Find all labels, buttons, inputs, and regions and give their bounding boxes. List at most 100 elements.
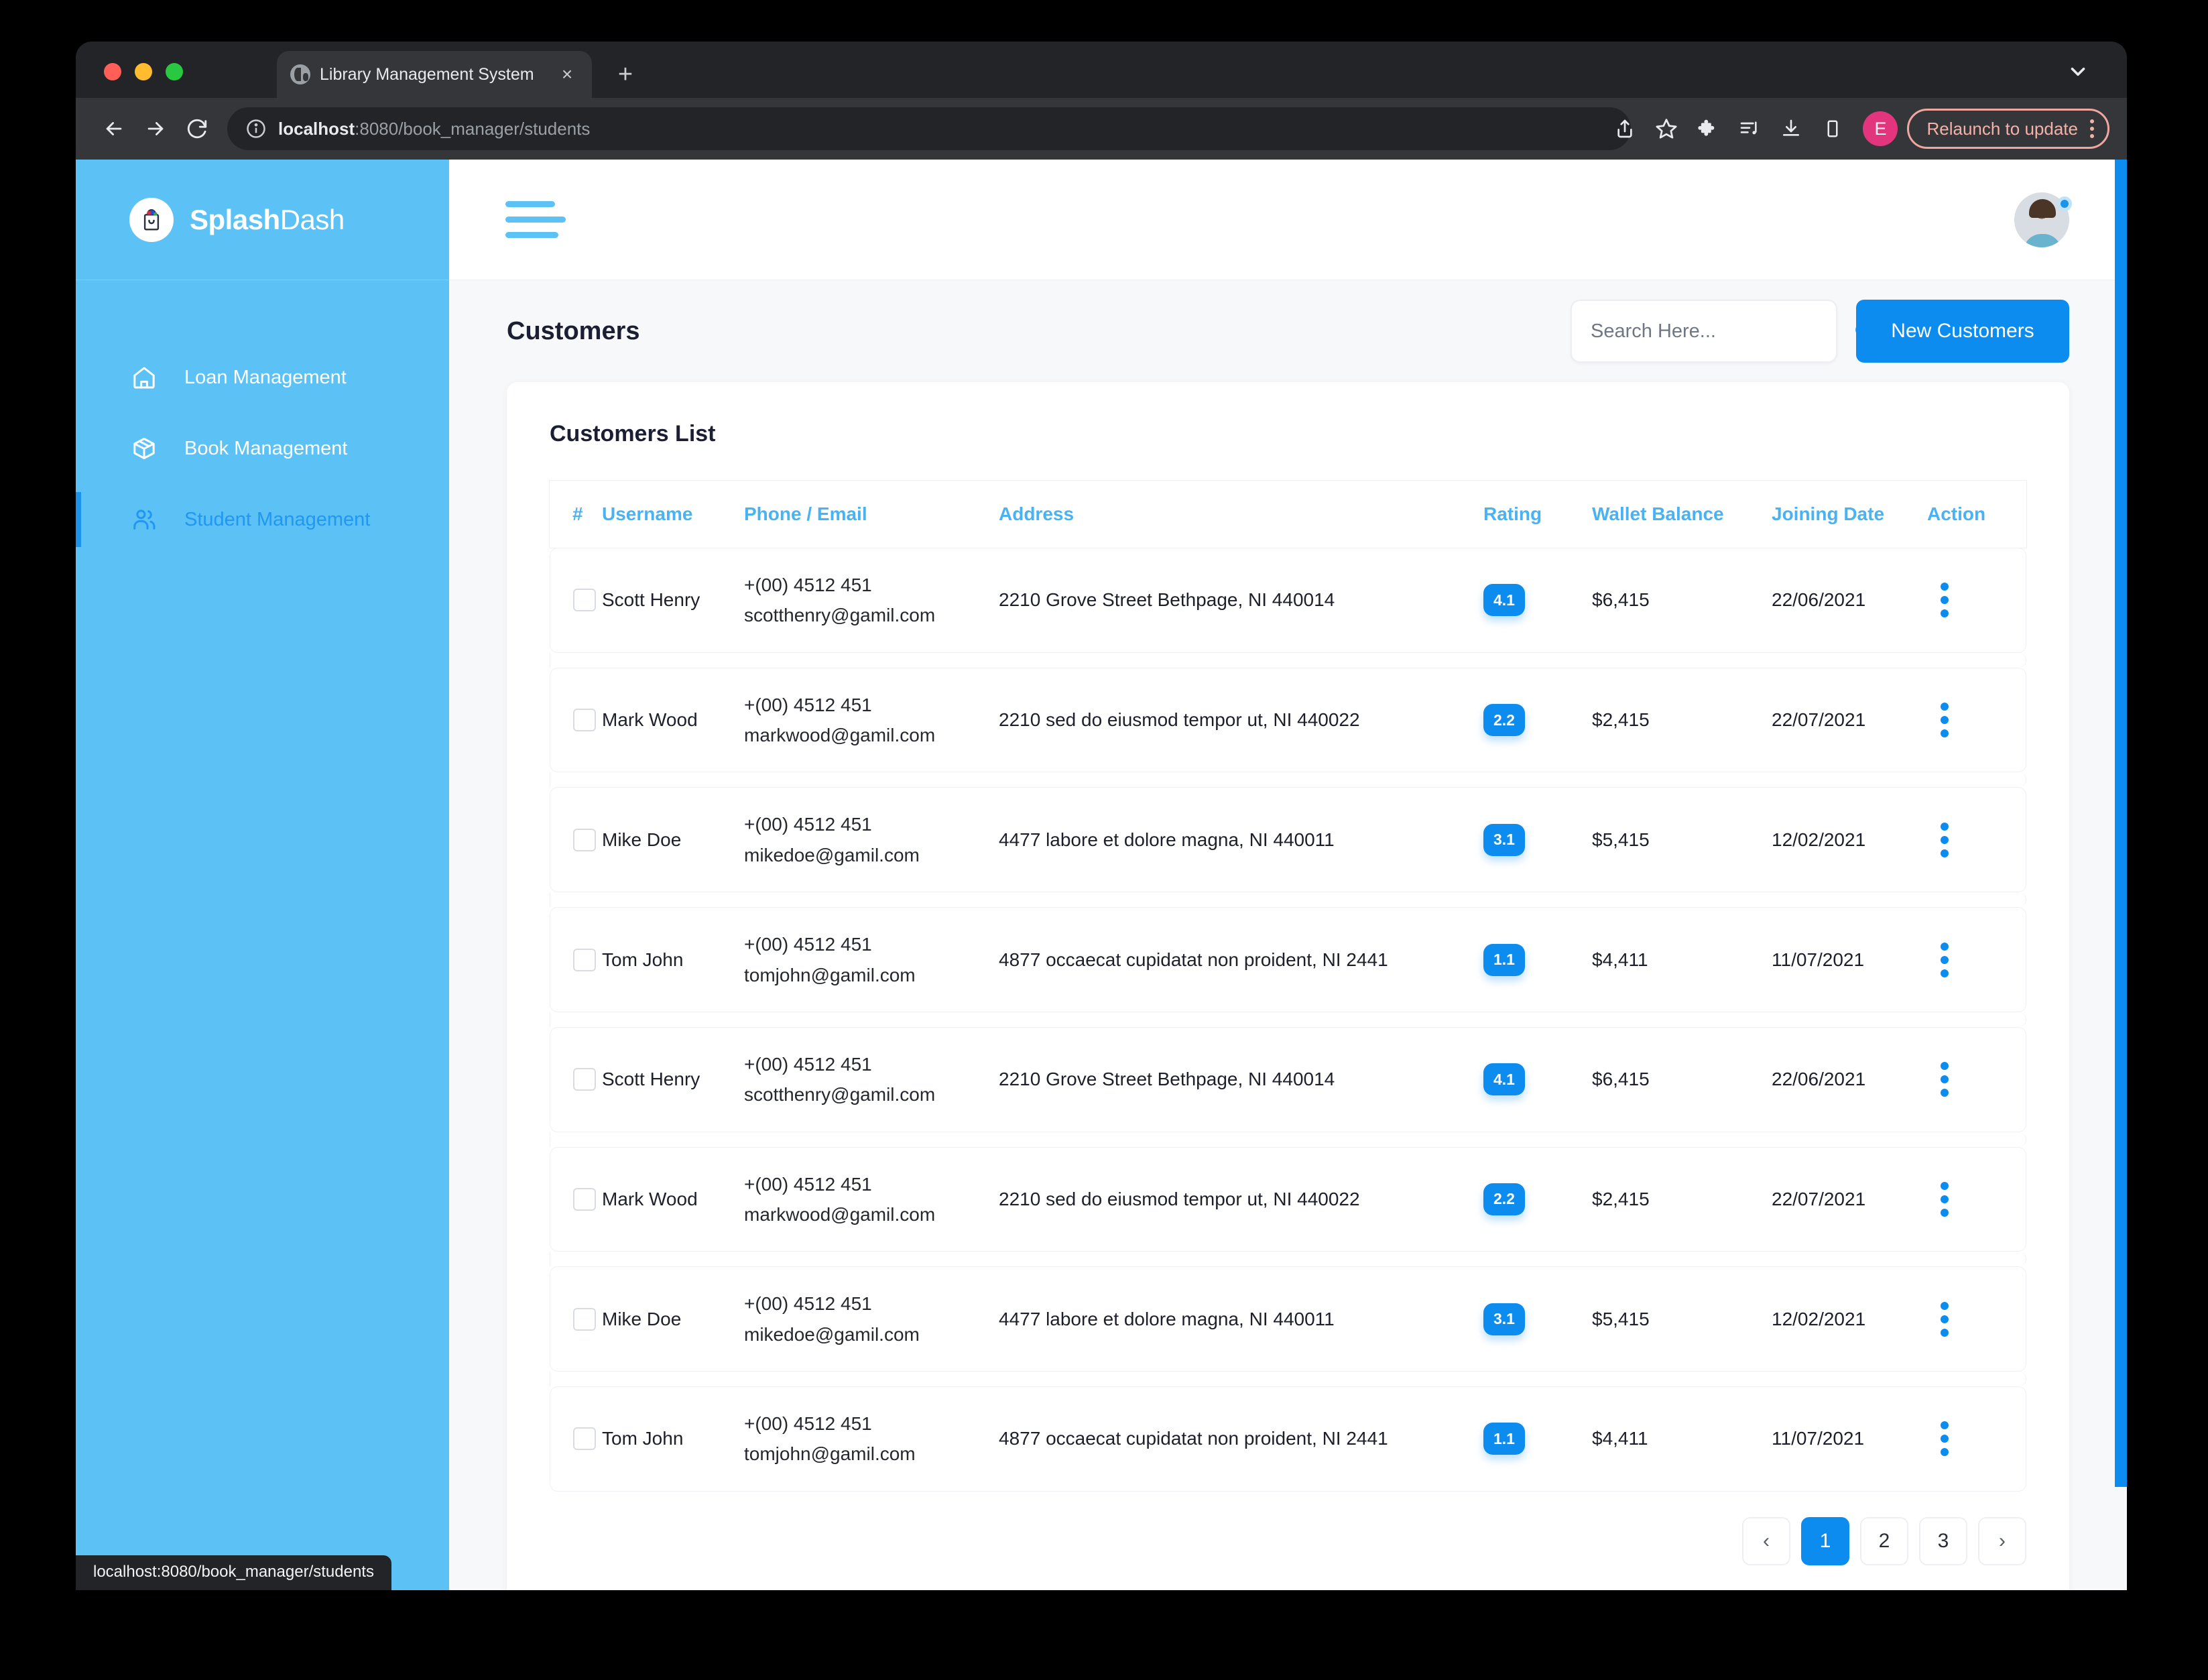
table-body: Scott Henry +(00) 4512 451 scotthenry@gami… [550,548,2026,1492]
row-actions-menu-icon[interactable] [1941,1062,1949,1097]
relaunch-to-update-button[interactable]: Relaunch to update [1907,109,2109,149]
reload-icon[interactable] [176,108,218,149]
minimize-window-button[interactable] [135,63,152,80]
brand-name: SplashDash [190,204,345,236]
table-row-spacer-cell [550,892,2026,908]
maximize-window-button[interactable] [166,63,183,80]
sidebar-item-label: Loan Management [184,366,347,388]
row-select-cell [550,1026,602,1132]
forward-icon[interactable] [135,108,176,149]
rating-badge: 3.1 [1483,823,1525,856]
column-header-action[interactable]: Action [1927,481,2026,548]
row-actions-menu-icon[interactable] [1941,583,1949,618]
column-header-phone-email[interactable]: Phone / Email [744,481,999,548]
column-header-index[interactable]: # [550,481,602,548]
table-header-row: # Username Phone / Email Address Rating … [550,481,2026,548]
row-actions-menu-icon[interactable] [1941,942,1949,977]
cell-address: 4877 occaecat cupidatat non proident, NI… [999,907,1483,1012]
row-actions-menu-icon[interactable] [1941,822,1949,857]
browser-tab[interactable]: Library Management System × [277,51,592,98]
info-circle-icon[interactable] [246,119,266,139]
cell-joining-date: 11/07/2021 [1772,907,1927,1012]
brand-logo-block[interactable]: SplashDash [76,160,449,280]
url-path: :8080/book_manager/students [355,118,591,139]
back-icon[interactable] [93,108,135,149]
cell-address: 2210 sed do eiusmod tempor ut, NI 440022 [999,667,1483,773]
address-bar[interactable]: localhost:8080/book_manager/students [227,107,1594,150]
avatar[interactable] [2014,192,2072,247]
cell-address: 4477 labore et dolore magna, NI 440011 [999,1266,1483,1372]
close-window-button[interactable] [104,63,121,80]
row-select-cell [550,787,602,893]
device-toolbar-icon[interactable] [1812,108,1853,149]
row-select-cell [550,1386,602,1492]
column-header-wallet-balance[interactable]: Wallet Balance [1592,481,1772,548]
close-icon[interactable]: × [556,65,578,84]
cell-joining-date: 12/02/2021 [1772,1266,1927,1372]
pagination-next-button[interactable]: › [1978,1516,2026,1565]
row-checkbox[interactable] [573,948,596,971]
row-checkbox[interactable] [573,709,596,732]
sidebar: SplashDash Loan Management Book Manageme… [76,160,449,1590]
share-icon[interactable] [1604,108,1646,149]
column-header-username[interactable]: Username [602,481,744,548]
cell-wallet-balance: $5,415 [1592,787,1772,893]
page-scrollbar[interactable] [2115,160,2127,1590]
new-tab-button[interactable]: + [612,62,639,87]
column-header-joining-date[interactable]: Joining Date [1772,481,1927,548]
row-checkbox[interactable] [573,1427,596,1451]
box-icon [131,435,158,462]
table-row[interactable]: Mark Wood +(00) 4512 451 markwood@gamil.co… [550,667,2026,773]
pagination-page-1[interactable]: 1 [1801,1516,1849,1565]
cell-username: Mike Doe [602,1266,744,1372]
hamburger-icon[interactable] [505,201,566,238]
rating-badge: 4.1 [1483,1063,1525,1096]
row-actions-menu-icon[interactable] [1941,1301,1949,1337]
column-header-rating[interactable]: Rating [1483,481,1592,548]
chrome-menu-icon[interactable] [2085,119,2099,138]
row-checkbox[interactable] [573,1068,596,1091]
table-row[interactable]: Scott Henry +(00) 4512 451 scotthenry@gami… [550,548,2026,653]
search-box[interactable] [1571,300,1874,363]
table-row[interactable]: Mark Wood +(00) 4512 451 markwood@gamil.co… [550,1146,2026,1252]
row-checkbox[interactable] [573,589,596,612]
page-scrollbar-thumb[interactable] [2115,160,2127,1487]
cell-joining-date: 12/02/2021 [1772,787,1927,893]
sidebar-item-student-management[interactable]: Student Management [76,484,449,555]
media-playlist-icon[interactable] [1729,108,1770,149]
profile-avatar-button[interactable]: E [1863,111,1898,146]
table-row[interactable]: Mike Doe +(00) 4512 451 mikedoe@gamil.com 4… [550,787,2026,893]
row-actions-menu-icon[interactable] [1941,703,1949,738]
pagination-page-3[interactable]: 3 [1919,1516,1967,1565]
row-actions-menu-icon[interactable] [1941,1181,1949,1217]
cell-action [1927,1026,2026,1132]
table-row[interactable]: Tom John +(00) 4512 451 tomjohn@gamil.com 4… [550,907,2026,1012]
row-checkbox[interactable] [573,828,596,851]
pagination-page-2[interactable]: 2 [1860,1516,1908,1565]
cell-address: 4477 labore et dolore magna, NI 440011 [999,787,1483,893]
address-bar-url: localhost:8080/book_manager/students [278,119,590,139]
search-input[interactable] [1591,320,1843,343]
pagination-prev-button[interactable]: ‹ [1742,1516,1790,1565]
table-row-spacer-cell [550,652,2026,668]
downloads-icon[interactable] [1770,108,1812,149]
cell-joining-date: 22/06/2021 [1772,548,1927,653]
table-row-spacer-cell [550,1012,2026,1027]
link-status-bubble: localhost:8080/book_manager/students [76,1555,391,1590]
table-row[interactable]: Mike Doe +(00) 4512 451 mikedoe@gamil.com 4… [550,1266,2026,1372]
extensions-puzzle-icon[interactable] [1687,108,1729,149]
row-actions-menu-icon[interactable] [1941,1421,1949,1457]
cell-phone: +(00) 4512 451 [744,814,872,835]
sidebar-item-loan-management[interactable]: Loan Management [76,342,449,413]
row-checkbox[interactable] [573,1187,596,1211]
new-customers-button[interactable]: New Customers [1856,300,2069,363]
row-checkbox[interactable] [573,1307,596,1331]
table-row[interactable]: Scott Henry +(00) 4512 451 scotthenry@gami… [550,1026,2026,1132]
column-header-address[interactable]: Address [999,481,1483,548]
cell-phone: +(00) 4512 451 [744,1173,872,1195]
rating-badge: 1.1 [1483,1423,1525,1455]
bookmark-star-icon[interactable] [1646,108,1687,149]
table-row[interactable]: Tom John +(00) 4512 451 tomjohn@gamil.com 4… [550,1386,2026,1492]
chevron-down-icon[interactable] [2067,60,2089,83]
sidebar-item-book-management[interactable]: Book Management [76,413,449,484]
